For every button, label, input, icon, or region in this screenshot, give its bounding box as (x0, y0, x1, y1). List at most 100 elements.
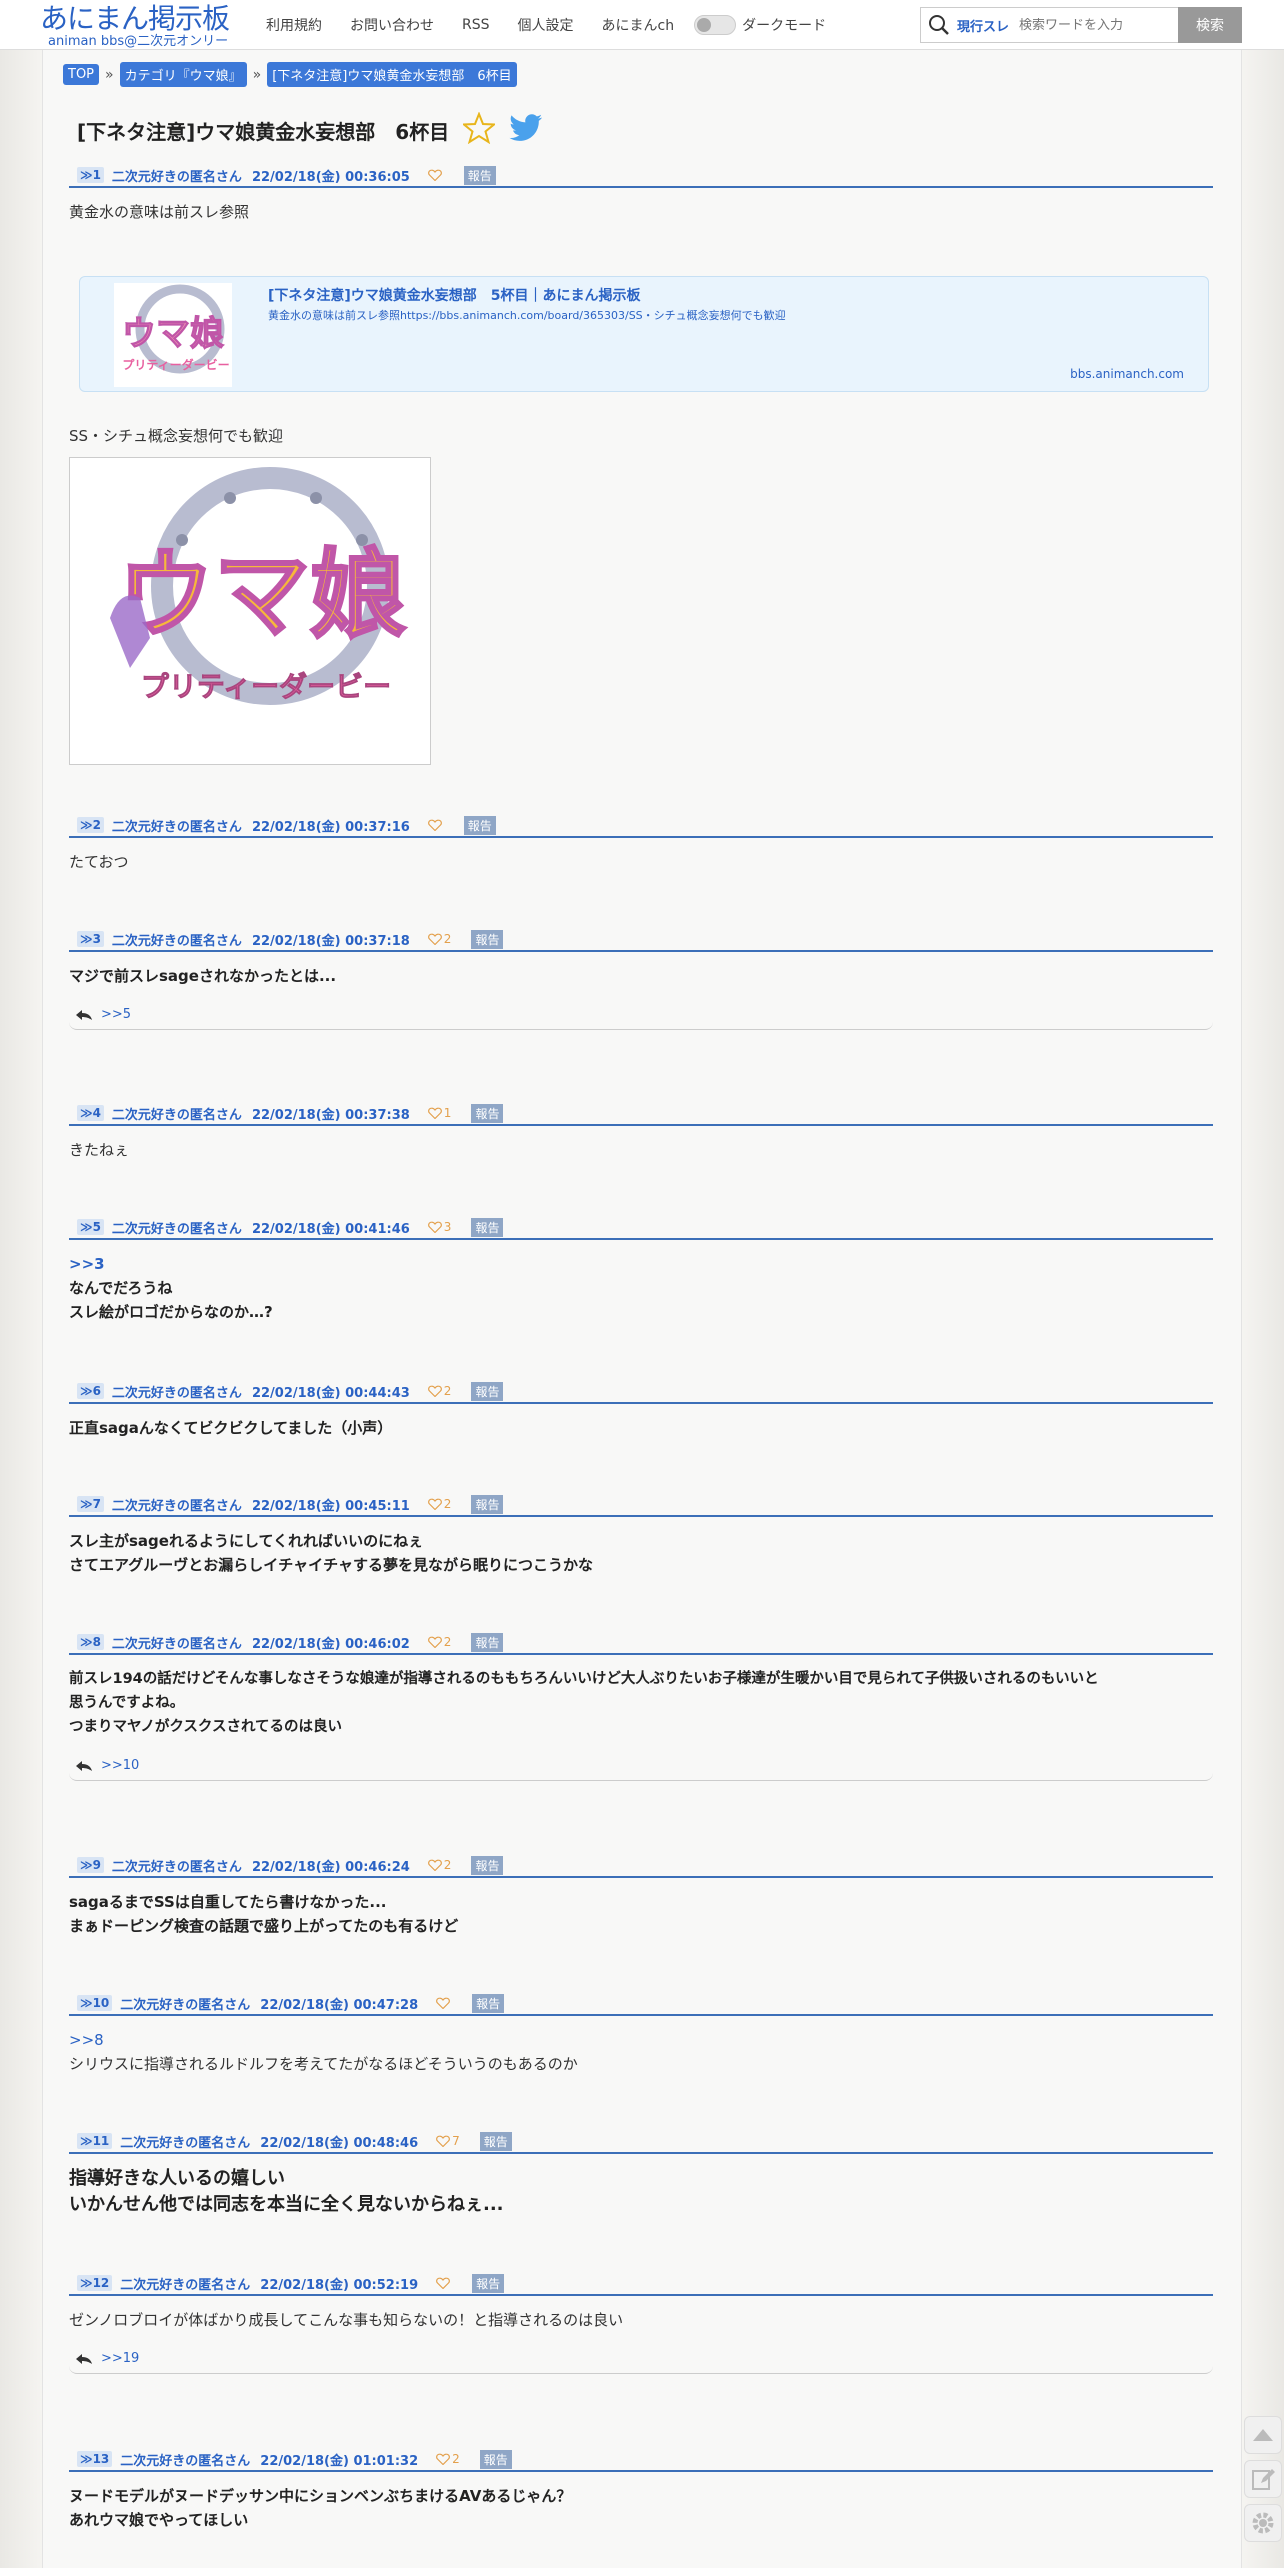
post-line: ヌードモデルがヌードデッサン中にションベンぶちまけるAVあるじゃん？ (69, 2487, 572, 2505)
poster-name: 二次元好きの匿名さん (111, 1859, 242, 1875)
post-number[interactable]: ≫4 (77, 1105, 104, 1121)
post-number[interactable]: ≫2 (77, 817, 104, 833)
nav-contact[interactable]: お問い合わせ (350, 15, 434, 35)
post-number[interactable]: ≫3 (77, 931, 104, 947)
post-number[interactable]: ≫13 (77, 2451, 113, 2467)
compose-button[interactable] (1244, 2460, 1282, 2498)
post-number[interactable]: ≫8 (77, 1634, 104, 1650)
report-button[interactable]: 報告 (471, 1494, 504, 1514)
post-12: ≫12 二次元好きの匿名さん 22/02/18(金) 00:52:19 報告 ゼ… (69, 2272, 1213, 2374)
breadcrumb-top[interactable]: TOP (63, 64, 100, 85)
reply-link[interactable]: >>10 (101, 1758, 139, 1773)
like-button[interactable]: 2 (427, 932, 451, 946)
anchor-link[interactable]: >>8 (69, 2028, 1213, 2052)
post-header: ≫4 二次元好きの匿名さん 22/02/18(金) 00:37:38 1 報告 (69, 1102, 1213, 1126)
image-logo-text: ウマ娘 (118, 539, 406, 651)
like-button[interactable]: 1 (427, 1106, 452, 1120)
gear-icon (1252, 2512, 1274, 2534)
like-button[interactable]: 3 (427, 1220, 452, 1234)
link-card-title[interactable]: [下ネタ注意]ウマ娘黄金水妄想部 5杯目｜あにまん掲示板 (268, 285, 641, 305)
post-line: あれウマ娘でやってほしい (69, 2511, 249, 2529)
report-button[interactable]: 報告 (472, 1993, 505, 2013)
thumb-logo-subtext: プリティーダービー (122, 357, 229, 372)
anchor-link[interactable]: >>3 (69, 1252, 1213, 1276)
post-3: ≫3 二次元好きの匿名さん 22/02/18(金) 00:37:18 2 報告 … (69, 928, 1213, 1030)
post-header: ≫11 二次元好きの匿名さん 22/02/18(金) 00:48:46 7 報告 (69, 2130, 1213, 2154)
report-button[interactable]: 報告 (471, 1855, 504, 1875)
like-button[interactable] (427, 169, 444, 181)
like-button[interactable]: 2 (436, 2452, 460, 2466)
post-header: ≫8 二次元好きの匿名さん 22/02/18(金) 00:46:02 2 報告 (69, 1631, 1213, 1655)
page-title: [下ネタ注意]ウマ娘黄金水妄想部 6杯目 (77, 119, 450, 144)
post-body: 指導好きな人いるの嬉しい いかんせん他では同志を本当に全く見ないからねぇ... (69, 2154, 1213, 2218)
like-button[interactable] (436, 2277, 452, 2289)
reply-bar: >>10 (69, 1751, 1213, 1781)
reply-bar: >>19 (69, 2344, 1213, 2374)
post-body: 正直sagaんなくてビクビクしてました（小声） (69, 1419, 393, 1437)
nav-settings[interactable]: 個人設定 (518, 15, 574, 35)
dark-mode-toggle[interactable]: ダークモード (694, 15, 826, 35)
report-button[interactable]: 報告 (472, 2273, 505, 2293)
post-number[interactable]: ≫9 (77, 1857, 104, 1873)
post-4: ≫4 二次元好きの匿名さん 22/02/18(金) 00:37:38 1 報告 … (69, 1102, 1213, 1162)
post-number[interactable]: ≫7 (77, 1496, 104, 1512)
star-icon[interactable] (461, 111, 497, 148)
twitter-icon[interactable] (509, 114, 543, 146)
toggle-switch[interactable] (694, 15, 737, 35)
link-card[interactable]: ウマ娘 プリティーダービー [下ネタ注意]ウマ娘黄金水妄想部 5杯目｜あにまん掲… (79, 276, 1209, 392)
like-button[interactable] (436, 1997, 452, 2009)
nav-rss[interactable]: RSS (462, 17, 490, 33)
search-scope[interactable]: 現行スレ (957, 16, 1009, 35)
main-content: TOP » カテゴリ『ウマ娘』 » [下ネタ注意]ウマ娘黄金水妄想部 6杯目 [… (42, 50, 1242, 2568)
logo-main-text: あにまん掲示板 (40, 2, 230, 35)
report-button[interactable]: 報告 (471, 1217, 504, 1237)
post-number[interactable]: ≫6 (77, 1383, 104, 1399)
nav-animanch[interactable]: あにまんch (602, 15, 675, 35)
post-number[interactable]: ≫11 (77, 2133, 113, 2149)
thread-title-row: [下ネタ注意]ウマ娘黄金水妄想部 6杯目 (77, 111, 543, 148)
breadcrumb-thread[interactable]: [下ネタ注意]ウマ娘黄金水妄想部 6杯目 (267, 62, 517, 87)
report-button[interactable]: 報告 (463, 815, 496, 835)
report-button[interactable]: 報告 (471, 1381, 504, 1401)
scroll-top-button[interactable] (1244, 2416, 1282, 2454)
search-box: 現行スレ 検索 (920, 7, 1242, 43)
site-logo[interactable]: あにまん掲示板 animan bbs@二次元オンリー (40, 3, 246, 49)
post-number[interactable]: ≫10 (77, 1995, 113, 2011)
post-line: 前スレ194の話だけどそんな事しなさそうな娘達が指導されるのももちろんいいけど大… (69, 1671, 1099, 1687)
like-button[interactable]: 2 (427, 1635, 451, 1649)
nav-terms[interactable]: 利用規約 (266, 15, 322, 35)
post-number[interactable]: ≫1 (77, 167, 104, 183)
reply-link[interactable]: >>5 (101, 1007, 131, 1022)
report-button[interactable]: 報告 (479, 2131, 512, 2151)
report-button[interactable]: 報告 (479, 2449, 512, 2469)
post-header: ≫7 二次元好きの匿名さん 22/02/18(金) 00:45:11 2 報告 (69, 1493, 1213, 1517)
post-number[interactable]: ≫5 (77, 1219, 104, 1235)
search-input[interactable] (1019, 17, 1170, 33)
like-button[interactable]: 2 (427, 1858, 451, 1872)
like-button[interactable]: 7 (436, 2134, 460, 2148)
thread-image[interactable]: ウマ娘 プリティーダービー (69, 457, 431, 765)
poster-name: 二次元好きの匿名さん (111, 1221, 242, 1237)
breadcrumb-category[interactable]: カテゴリ『ウマ娘』 (119, 62, 247, 87)
settings-button[interactable] (1244, 2504, 1282, 2542)
link-card-domain: bbs.animanch.com (1070, 367, 1184, 381)
report-button[interactable]: 報告 (471, 929, 504, 949)
post-number[interactable]: ≫12 (77, 2275, 113, 2291)
search-button[interactable]: 検索 (1178, 7, 1242, 43)
like-button[interactable]: 2 (427, 1384, 452, 1398)
like-button[interactable]: 2 (427, 1497, 451, 1511)
post-13: ≫13 二次元好きの匿名さん 22/02/18(金) 01:01:32 2 報告… (69, 2448, 1213, 2532)
like-count: 1 (443, 1106, 452, 1120)
report-button[interactable]: 報告 (471, 1632, 504, 1652)
post-line: スレ絵がロゴだからなのか…? (69, 1303, 273, 1321)
like-count: 7 (452, 2134, 460, 2148)
like-button[interactable] (427, 819, 444, 831)
report-button[interactable]: 報告 (471, 1103, 504, 1123)
post-header: ≫13 二次元好きの匿名さん 22/02/18(金) 01:01:32 2 報告 (69, 2448, 1213, 2472)
main-nav: 利用規約 お問い合わせ RSS 個人設定 あにまんch ダークモード (252, 0, 826, 50)
report-button[interactable]: 報告 (463, 165, 496, 185)
poster-name: 二次元好きの匿名さん (120, 2453, 251, 2469)
like-count: 2 (443, 1384, 452, 1398)
reply-link[interactable]: >>19 (101, 2351, 139, 2366)
like-count: 3 (443, 1220, 452, 1234)
